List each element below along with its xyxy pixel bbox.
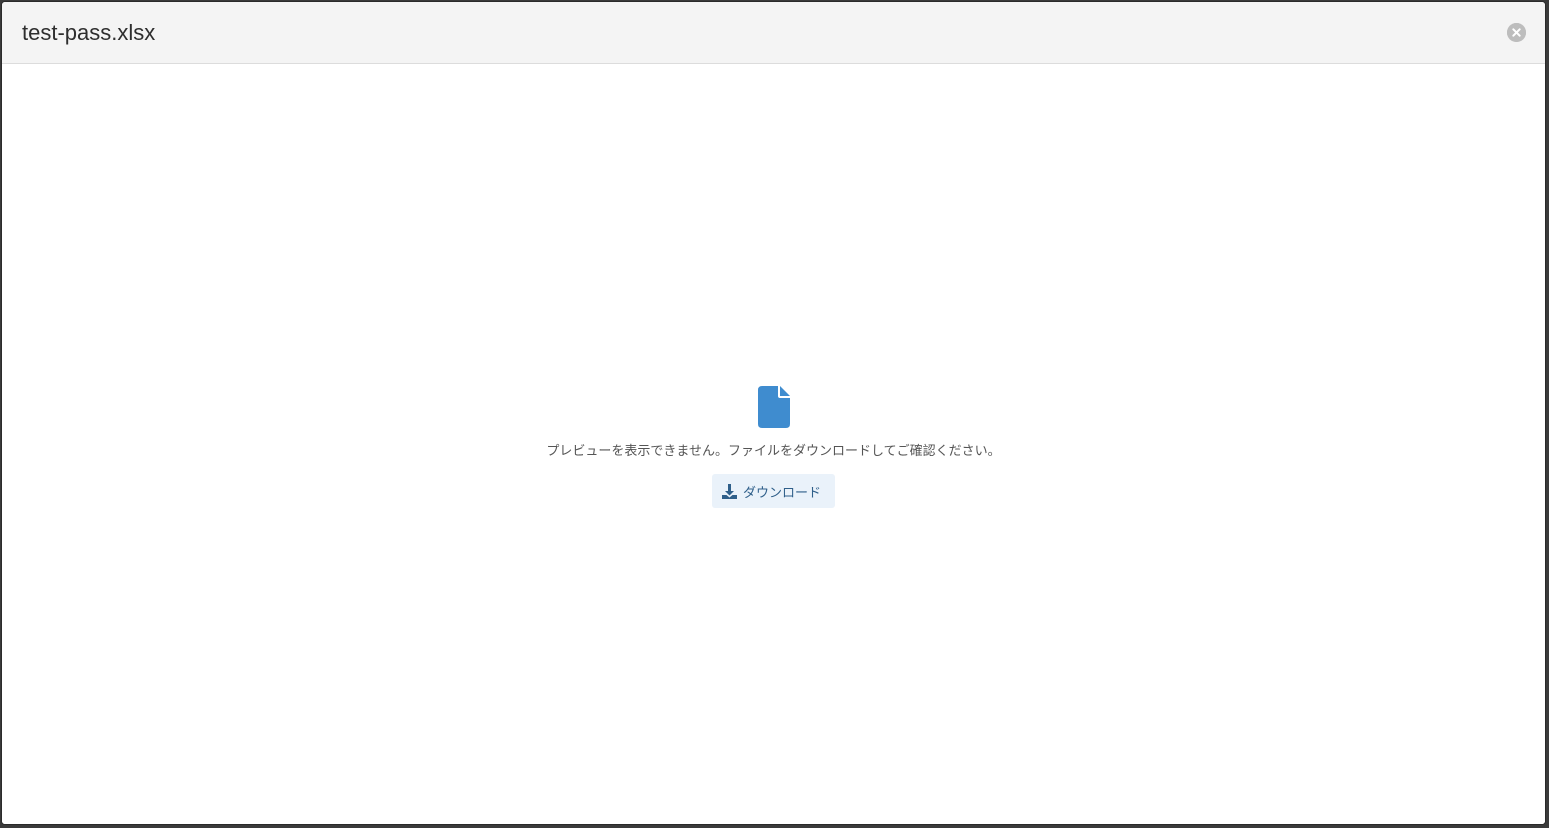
close-button[interactable] — [1507, 23, 1526, 42]
modal-header: test-pass.xlsx — [2, 2, 1545, 64]
close-icon — [1507, 23, 1526, 42]
preview-unavailable-message: プレビューを表示できません。ファイルをダウンロードしてご確認ください。 — [546, 444, 1001, 459]
preview-unavailable-block: プレビューを表示できません。ファイルをダウンロードしてご確認ください。 ダウンロ… — [2, 386, 1545, 508]
download-icon — [721, 483, 738, 500]
file-icon — [757, 386, 790, 428]
preview-modal: test-pass.xlsx プレビューを表示できません。ファイルをダウンロード… — [1, 1, 1546, 825]
modal-title: test-pass.xlsx — [22, 20, 156, 45]
download-button-label: ダウンロード — [742, 485, 821, 501]
download-button[interactable]: ダウンロード — [711, 474, 835, 508]
modal-body: プレビューを表示できません。ファイルをダウンロードしてご確認ください。 ダウンロ… — [2, 64, 1545, 824]
